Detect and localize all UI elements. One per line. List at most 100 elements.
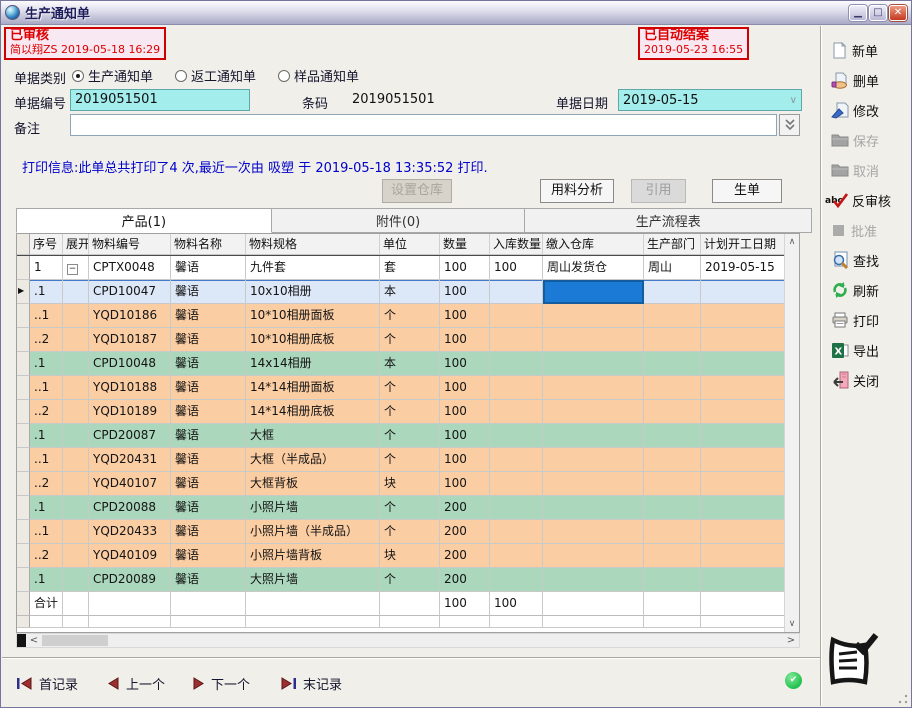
cell-warehouse[interactable] — [543, 592, 644, 616]
cell-in_qty[interactable] — [490, 448, 543, 472]
cell-expand[interactable] — [63, 472, 89, 496]
cell-in_qty[interactable] — [490, 544, 543, 568]
cell-spec[interactable]: 九件套 — [246, 256, 380, 280]
cell-seq[interactable]: ..2 — [30, 544, 63, 568]
remark-expand-button[interactable] — [779, 114, 800, 136]
cell-qty[interactable]: 200 — [440, 544, 490, 568]
cell-unit[interactable]: 个 — [380, 400, 440, 424]
cell-spec[interactable]: 10x10相册 — [246, 280, 380, 304]
cell-spec[interactable]: 大框背板 — [246, 472, 380, 496]
cell-dept[interactable] — [644, 328, 701, 352]
cell-seq[interactable]: ..2 — [30, 472, 63, 496]
cell-code[interactable] — [89, 592, 171, 616]
cell-name[interactable] — [171, 592, 246, 616]
cell-spec[interactable]: 大框（半成品） — [246, 448, 380, 472]
cell-warehouse[interactable] — [543, 400, 644, 424]
cell-spec[interactable] — [246, 616, 380, 628]
minimize-button[interactable]: ▁ — [849, 5, 867, 21]
radio-rework-notice[interactable]: 返工通知单 — [175, 66, 256, 85]
cell-in_qty[interactable] — [490, 568, 543, 592]
cell-qty[interactable]: 100 — [440, 256, 490, 280]
cell-spec[interactable]: 10*10相册面板 — [246, 304, 380, 328]
cell-qty[interactable]: 100 — [440, 328, 490, 352]
cell-name[interactable] — [171, 616, 246, 628]
table-row[interactable]: ..2YQD40109馨语小照片墙背板块200 — [17, 544, 786, 568]
cell-name[interactable]: 馨语 — [171, 448, 246, 472]
sidebar-item-delete[interactable]: 删单 — [825, 65, 909, 95]
cell-seq[interactable]: ..2 — [30, 400, 63, 424]
cell-in_qty[interactable] — [490, 472, 543, 496]
column-header[interactable]: 单位 — [380, 234, 440, 255]
cell-unit[interactable]: 个 — [380, 376, 440, 400]
cell-date[interactable] — [701, 448, 786, 472]
cell-qty[interactable]: 100 — [440, 448, 490, 472]
cell-seq[interactable]: ..1 — [30, 376, 63, 400]
cell-date[interactable] — [701, 376, 786, 400]
cell-date[interactable] — [701, 520, 786, 544]
cell-in_qty[interactable] — [490, 400, 543, 424]
table-row[interactable]: ..2YQD40107馨语大框背板块100 — [17, 472, 786, 496]
cell-qty[interactable]: 100 — [440, 592, 490, 616]
cell-seq[interactable]: .1 — [30, 424, 63, 448]
cell-name[interactable]: 馨语 — [171, 376, 246, 400]
cell-name[interactable]: 馨语 — [171, 280, 246, 304]
table-row[interactable]: .1CPD10048馨语14x14相册本100 — [17, 352, 786, 376]
cell-in_qty[interactable] — [490, 496, 543, 520]
cell-expand[interactable] — [63, 568, 89, 592]
cell-name[interactable]: 馨语 — [171, 496, 246, 520]
cell-expand[interactable]: − — [63, 256, 89, 280]
cell-qty[interactable]: 100 — [440, 352, 490, 376]
cell-unit[interactable]: 个 — [380, 304, 440, 328]
cell-warehouse[interactable] — [543, 448, 644, 472]
cell-seq[interactable]: .1 — [30, 352, 63, 376]
cell-code[interactable]: YQD10186 — [89, 304, 171, 328]
cell-unit[interactable]: 个 — [380, 568, 440, 592]
cell-warehouse[interactable] — [543, 376, 644, 400]
sidebar-item-new[interactable]: 新单 — [825, 35, 909, 65]
cell-code[interactable]: CPD10047 — [89, 280, 171, 304]
empty-row[interactable] — [17, 616, 786, 628]
table-row[interactable]: .1CPD20088馨语小照片墙个200 — [17, 496, 786, 520]
sidebar-item-print[interactable]: 打印 — [825, 305, 909, 335]
radio-production-notice[interactable]: 生产通知单 — [72, 66, 153, 85]
cell-warehouse[interactable] — [543, 496, 644, 520]
cell-unit[interactable]: 个 — [380, 496, 440, 520]
column-header[interactable]: 数量 — [440, 234, 490, 255]
cell-seq[interactable]: ..1 — [30, 448, 63, 472]
cell-in_qty[interactable]: 100 — [490, 592, 543, 616]
cell-name[interactable]: 馨语 — [171, 568, 246, 592]
radio-sample-notice[interactable]: 样品通知单 — [278, 66, 359, 85]
cell-dept[interactable] — [644, 448, 701, 472]
cell-expand[interactable] — [63, 496, 89, 520]
cell-dept[interactable] — [644, 352, 701, 376]
cell-spec[interactable]: 14*14相册面板 — [246, 376, 380, 400]
tab-products[interactable]: 产品(1) — [16, 208, 272, 233]
cell-expand[interactable] — [63, 280, 89, 304]
cell-name[interactable]: 馨语 — [171, 400, 246, 424]
cell-date[interactable] — [701, 496, 786, 520]
cell-qty[interactable]: 100 — [440, 472, 490, 496]
cell-date[interactable] — [701, 568, 786, 592]
cell-dept[interactable]: 周山 — [644, 256, 701, 280]
cell-spec[interactable]: 小照片墙背板 — [246, 544, 380, 568]
cell-code[interactable]: CPD20087 — [89, 424, 171, 448]
sidebar-item-modify[interactable]: 修改 — [825, 95, 909, 125]
cell-warehouse[interactable] — [543, 328, 644, 352]
cell-name[interactable]: 馨语 — [171, 352, 246, 376]
column-header[interactable]: 序号 — [30, 234, 63, 255]
cell-code[interactable]: CPTX0048 — [89, 256, 171, 280]
cell-date[interactable] — [701, 400, 786, 424]
cell-date[interactable] — [701, 304, 786, 328]
cell-code[interactable]: CPD20088 — [89, 496, 171, 520]
cell-in_qty[interactable] — [490, 376, 543, 400]
cell-unit[interactable]: 套 — [380, 256, 440, 280]
cell-warehouse[interactable] — [543, 472, 644, 496]
cell-spec[interactable] — [246, 592, 380, 616]
cell-expand[interactable] — [63, 544, 89, 568]
last-record-button[interactable]: 末记录 — [280, 674, 342, 693]
cell-expand[interactable] — [63, 592, 89, 616]
cell-date[interactable] — [701, 280, 786, 304]
cell-unit[interactable] — [380, 592, 440, 616]
cell-seq[interactable]: ..2 — [30, 328, 63, 352]
cell-qty[interactable]: 100 — [440, 400, 490, 424]
